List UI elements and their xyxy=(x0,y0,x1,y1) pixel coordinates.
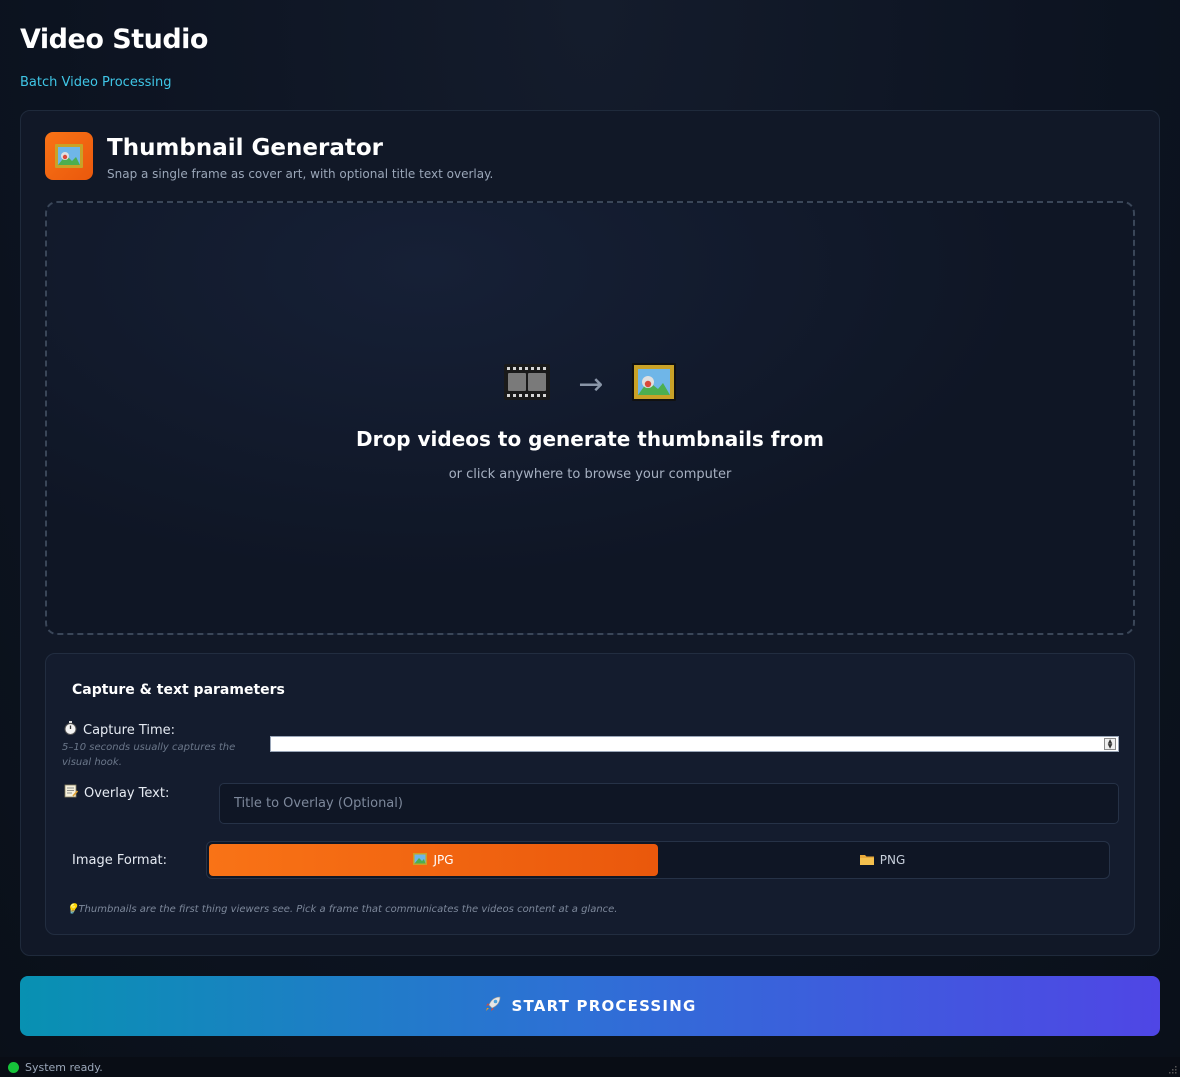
video-dropzone[interactable]: → Drop videos to generate thumbnails fro… xyxy=(45,201,1135,635)
resize-grip-icon[interactable] xyxy=(1167,1064,1177,1074)
memo-icon xyxy=(64,784,79,802)
capture-time-label: Capture Time: xyxy=(64,721,175,739)
stepper-down-icon[interactable]: ▼ xyxy=(1105,744,1115,750)
parameters-title: Capture & text parameters xyxy=(72,682,285,698)
parameters-card: Capture & text parameters Capture Time: … xyxy=(45,653,1135,935)
tool-title: Thumbnail Generator xyxy=(107,135,383,161)
tool-description: Snap a single frame as cover art, with o… xyxy=(107,167,494,181)
format-option-jpg[interactable]: JPG xyxy=(209,844,658,876)
picture-icon xyxy=(45,132,93,180)
folder-icon xyxy=(859,853,874,868)
status-text: System ready. xyxy=(25,1060,103,1074)
tool-panel: Thumbnail Generator Snap a single frame … xyxy=(20,110,1160,956)
film-icon xyxy=(504,364,551,404)
start-processing-button[interactable]: START PROCESSING xyxy=(20,976,1160,1036)
tip-text: 💡Thumbnails are the first thing viewers … xyxy=(66,904,618,915)
overlay-text-label: Overlay Text: xyxy=(64,784,169,802)
capture-time-stepper[interactable]: ▲ ▼ xyxy=(1104,738,1116,750)
dropzone-title: Drop videos to generate thumbnails from xyxy=(356,427,824,451)
capture-time-hint: 5–10 seconds usually captures the visual… xyxy=(62,742,236,768)
image-format-label: Image Format: xyxy=(72,853,168,868)
app-subtitle: Batch Video Processing xyxy=(20,75,172,90)
format-option-png[interactable]: PNG xyxy=(658,844,1107,876)
dropzone-hint: or click anywhere to browse your compute… xyxy=(448,467,732,482)
status-dot-icon xyxy=(8,1061,19,1073)
overlay-text-input[interactable] xyxy=(219,783,1119,824)
lightbulb-icon: 💡 xyxy=(66,904,79,915)
picture-icon xyxy=(631,363,676,405)
picture-icon xyxy=(413,852,428,868)
arrow-right-icon: → xyxy=(578,366,604,402)
status-bar: System ready. xyxy=(0,1057,1180,1077)
image-format-toggle[interactable]: JPG PNG xyxy=(206,841,1110,879)
capture-time-input[interactable]: ▲ ▼ xyxy=(270,736,1119,752)
app-title: Video Studio xyxy=(20,24,208,55)
stopwatch-icon xyxy=(64,721,77,739)
dropzone-icons: → xyxy=(47,363,1133,405)
rocket-icon xyxy=(484,995,502,1017)
